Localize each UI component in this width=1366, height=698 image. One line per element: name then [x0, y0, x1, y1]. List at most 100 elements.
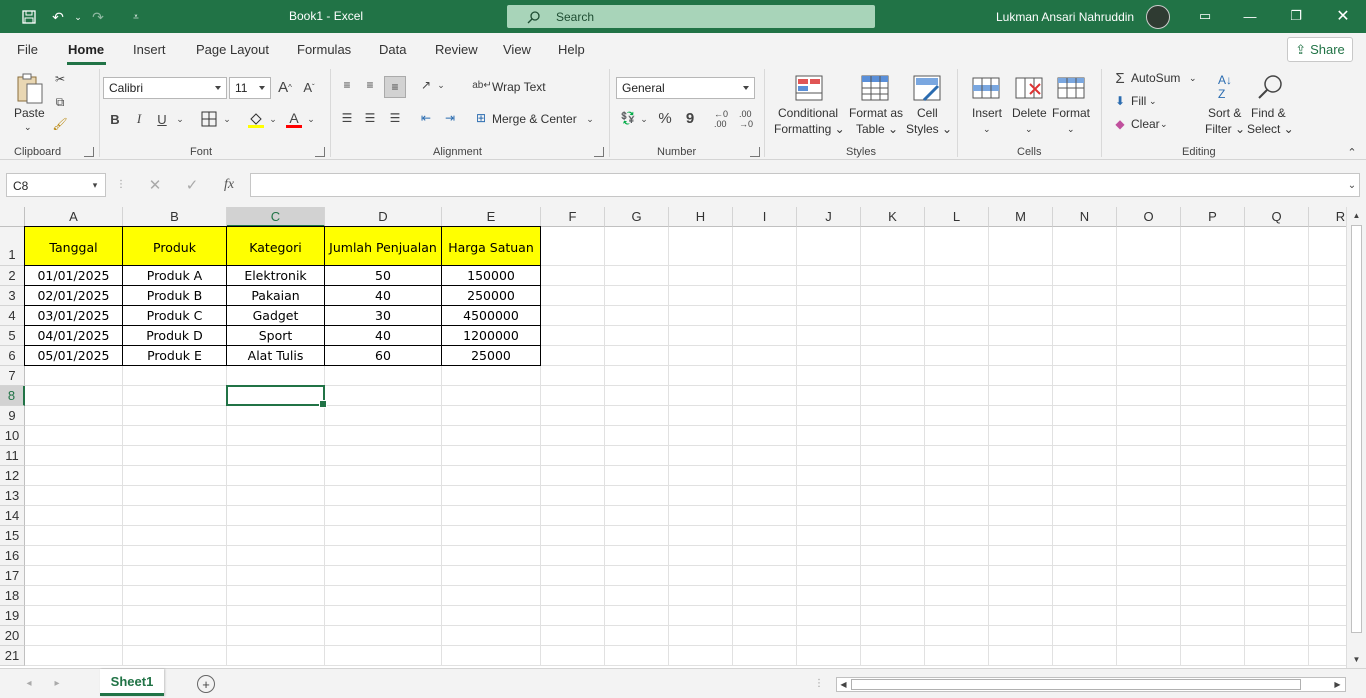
- collapse-ribbon-icon[interactable]: ⌃: [1345, 145, 1359, 159]
- tab-page-layout[interactable]: Page Layout: [196, 42, 269, 57]
- autosum-button[interactable]: AutoSum: [1131, 70, 1180, 86]
- tab-help[interactable]: Help: [558, 42, 585, 57]
- redo-icon[interactable]: ↷: [88, 7, 108, 27]
- cell-styles-icon[interactable]: [911, 72, 943, 104]
- table-cell[interactable]: Gadget: [227, 306, 325, 326]
- fill-dropdown-icon[interactable]: ⌄: [1149, 93, 1157, 109]
- tab-insert[interactable]: Insert: [133, 42, 166, 57]
- table-cell[interactable]: 4500000: [442, 306, 541, 326]
- table-cell[interactable]: Produk E: [123, 346, 227, 366]
- scroll-right-icon[interactable]: ▶: [1333, 679, 1342, 690]
- delete-cells-button[interactable]: Delete: [1012, 105, 1047, 121]
- row-header-12[interactable]: 12: [0, 466, 25, 486]
- increase-decimal-icon[interactable]: ←0.00: [710, 109, 732, 129]
- decrease-decimal-icon[interactable]: .00 →0: [735, 109, 757, 129]
- expand-formula-bar-icon[interactable]: ⌄: [1346, 178, 1358, 192]
- conditional-formatting-icon[interactable]: [793, 72, 825, 104]
- vertical-scrollbar[interactable]: ▲ ▼: [1346, 207, 1366, 668]
- table-cell[interactable]: 60: [325, 346, 442, 366]
- font-launcher-icon[interactable]: [315, 147, 325, 157]
- row-header-15[interactable]: 15: [0, 526, 25, 546]
- tab-data[interactable]: Data: [379, 42, 406, 57]
- table-cell[interactable]: Produk D: [123, 326, 227, 346]
- fill-icon[interactable]: ⬇: [1112, 93, 1128, 109]
- tab-review[interactable]: Review: [435, 42, 478, 57]
- column-header-m[interactable]: M: [989, 207, 1053, 227]
- borders-icon[interactable]: [199, 109, 219, 129]
- name-box-dropdown-icon[interactable]: ▾: [90, 178, 100, 192]
- row-header-5[interactable]: 5: [0, 326, 25, 346]
- horizontal-scroll-thumb[interactable]: [851, 679, 1301, 690]
- table-cell[interactable]: 1200000: [442, 326, 541, 346]
- undo-dropdown-icon[interactable]: ⌄: [68, 7, 88, 27]
- merge-center-icon[interactable]: ⊞: [473, 110, 489, 126]
- tab-formulas[interactable]: Formulas: [297, 42, 351, 57]
- column-header-r[interactable]: R: [1309, 207, 1346, 227]
- row-header-16[interactable]: 16: [0, 546, 25, 566]
- row-header-4[interactable]: 4: [0, 306, 25, 326]
- autosum-dropdown-icon[interactable]: ⌄: [1189, 70, 1197, 86]
- clear-button[interactable]: Clear: [1131, 116, 1160, 132]
- row-header-1[interactable]: 1: [0, 227, 25, 266]
- close-icon[interactable]: ✕: [1333, 6, 1353, 26]
- tab-file[interactable]: File: [17, 42, 38, 57]
- align-top-icon[interactable]: ≡: [338, 77, 356, 93]
- column-header-c[interactable]: C: [227, 207, 325, 227]
- ribbon-display-options-icon[interactable]: ▭: [1195, 6, 1215, 26]
- delete-dropdown-icon[interactable]: ⌄: [1025, 121, 1033, 137]
- sort-filter-label-2[interactable]: Filter ⌄: [1205, 121, 1245, 137]
- format-as-table-label-2[interactable]: Table ⌄: [856, 121, 898, 137]
- column-header-d[interactable]: D: [325, 207, 442, 227]
- bold-icon[interactable]: B: [107, 110, 123, 128]
- orientation-icon[interactable]: ↗: [417, 77, 435, 93]
- sheet-tab-sheet1[interactable]: Sheet1: [100, 669, 164, 696]
- number-launcher-icon[interactable]: [750, 147, 760, 157]
- table-cell[interactable]: 30: [325, 306, 442, 326]
- find-select-label-2[interactable]: Select ⌄: [1247, 121, 1294, 137]
- row-header-7[interactable]: 7: [0, 366, 25, 386]
- clipboard-launcher-icon[interactable]: [84, 147, 94, 157]
- table-cell[interactable]: Produk B: [123, 286, 227, 306]
- row-header-14[interactable]: 14: [0, 506, 25, 526]
- table-cell[interactable]: 03/01/2025: [25, 306, 123, 326]
- column-header-l[interactable]: L: [925, 207, 989, 227]
- format-as-table-label-1[interactable]: Format as: [849, 105, 903, 121]
- minimize-icon[interactable]: —: [1240, 6, 1260, 26]
- tab-view[interactable]: View: [503, 42, 531, 57]
- active-cell-outline[interactable]: [226, 385, 327, 408]
- row-header-8[interactable]: 8: [0, 386, 25, 406]
- new-sheet-icon[interactable]: +: [197, 675, 215, 693]
- scroll-left-icon[interactable]: ◀: [839, 679, 848, 690]
- insert-function-icon[interactable]: fx: [218, 175, 240, 195]
- align-bottom-icon[interactable]: ≡: [384, 76, 406, 98]
- copy-icon[interactable]: ⧉: [52, 94, 68, 110]
- comma-style-icon[interactable]: 9: [682, 109, 698, 127]
- row-header-20[interactable]: 20: [0, 626, 25, 646]
- prev-sheet-icon[interactable]: ◂: [24, 676, 34, 690]
- cell-styles-label-2[interactable]: Styles ⌄: [906, 121, 952, 137]
- sort-filter-icon[interactable]: A↓ Z: [1209, 72, 1241, 102]
- column-header-j[interactable]: J: [797, 207, 861, 227]
- table-header-cell[interactable]: Harga Satuan: [442, 227, 541, 266]
- insert-cells-icon[interactable]: [970, 72, 1002, 104]
- autosum-icon[interactable]: Σ: [1112, 70, 1128, 87]
- merge-dropdown-icon[interactable]: ⌄: [585, 112, 595, 126]
- row-header-17[interactable]: 17: [0, 566, 25, 586]
- find-select-label-1[interactable]: Find &: [1251, 105, 1286, 121]
- table-cell[interactable]: 05/01/2025: [25, 346, 123, 366]
- row-header-2[interactable]: 2: [0, 266, 25, 286]
- sort-filter-label-1[interactable]: Sort &: [1208, 105, 1241, 121]
- find-select-icon[interactable]: [1254, 72, 1286, 102]
- cancel-entry-icon[interactable]: ✕: [145, 175, 165, 195]
- table-cell[interactable]: 02/01/2025: [25, 286, 123, 306]
- table-cell[interactable]: 50: [325, 266, 442, 286]
- paste-dropdown-icon[interactable]: ⌄: [24, 119, 32, 135]
- number-format-select[interactable]: General: [616, 77, 755, 99]
- row-header-18[interactable]: 18: [0, 586, 25, 606]
- decrease-font-size-icon[interactable]: Aˇ: [300, 78, 318, 96]
- column-header-k[interactable]: K: [861, 207, 925, 227]
- horizontal-scrollbar[interactable]: ◀ ▶: [836, 677, 1346, 692]
- worksheet-grid[interactable]: A B C D E F G H I J K L M N O P Q R 1 2 3 4 5 6 7 8 9 10 11 12 13 14 15 1…: [0, 207, 1346, 668]
- clear-eraser-icon[interactable]: ◆: [1112, 116, 1128, 132]
- table-header-cell[interactable]: Kategori: [227, 227, 325, 266]
